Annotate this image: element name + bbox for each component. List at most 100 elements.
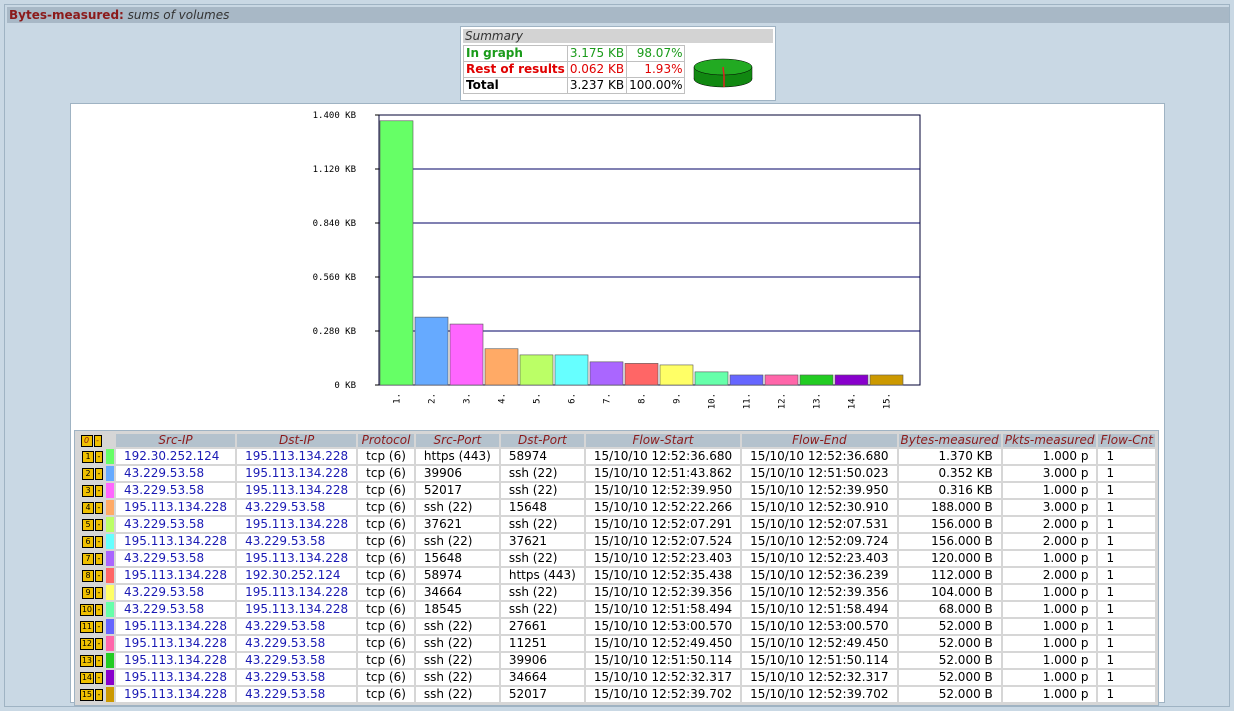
ip-link[interactable]: 195.113.134.228 — [245, 517, 348, 531]
minus-button[interactable]: - — [95, 620, 103, 633]
minus-button[interactable]: - — [95, 501, 103, 514]
row-controls: 9- — [78, 585, 104, 600]
row-color-swatch — [106, 551, 114, 566]
minus-button[interactable]: - — [95, 671, 103, 684]
row-number-button[interactable]: 8 — [82, 569, 94, 582]
cell-dst-ip: 43.229.53.58 — [237, 619, 357, 634]
row-number-button[interactable]: 7 — [82, 552, 94, 565]
col-src-ip[interactable]: Src-IP — [116, 434, 236, 447]
minus-button[interactable]: - — [95, 654, 103, 667]
minus-button[interactable]: - — [95, 637, 103, 650]
col-dst-port[interactable]: Dst-Port — [500, 434, 584, 447]
minus-button[interactable]: - — [95, 586, 103, 599]
cell-pkts-measured: 1.000 p — [1002, 585, 1097, 600]
table-row: 5- 43.229.53.58 195.113.134.228 tcp (6) 3762… — [78, 517, 1155, 532]
ip-link[interactable]: 43.229.53.58 — [124, 602, 204, 616]
summary-percent: 1.93% — [626, 61, 686, 78]
minus-button[interactable]: - — [95, 552, 103, 565]
table-row: 2- 43.229.53.58 195.113.134.228 tcp (6) 3990… — [78, 466, 1155, 481]
col-flow-end[interactable]: Flow-End — [742, 434, 897, 447]
ip-link[interactable]: 195.113.134.228 — [245, 466, 348, 480]
summary-row-rest: Rest of results 0.062 KB 1.93% — [463, 61, 686, 78]
ip-link[interactable]: 43.229.53.58 — [245, 534, 325, 548]
cell-flow-start: 15/10/10 12:52:07.291 — [585, 517, 741, 532]
ip-link[interactable]: 195.113.134.228 — [245, 483, 348, 497]
ip-link[interactable]: 195.113.134.228 — [124, 619, 227, 633]
row-number-button[interactable]: 12 — [79, 637, 94, 650]
col-pkts-measured[interactable]: Pkts-measured — [1002, 434, 1097, 447]
ip-link[interactable]: 195.113.134.228 — [245, 602, 348, 616]
ip-link[interactable]: 43.229.53.58 — [245, 670, 325, 684]
cell-bytes-measured: 0.352 KB — [898, 466, 1001, 481]
report-titlebar: Bytes-measured: sums of volumes — [7, 7, 1229, 23]
ip-link[interactable]: 43.229.53.58 — [124, 551, 204, 565]
cell-dst-port: 58974 — [500, 449, 584, 464]
col-flow-cnt[interactable]: Flow-Cnt — [1098, 434, 1155, 447]
row-number-button[interactable]: 15 — [79, 688, 94, 701]
row-controls: 6- — [78, 534, 104, 549]
ip-link[interactable]: 195.113.134.228 — [245, 449, 348, 463]
ip-link[interactable]: 195.113.134.228 — [124, 636, 227, 650]
cell-pkts-measured: 1.000 p — [1002, 483, 1097, 498]
row-number-button[interactable]: 4 — [82, 501, 94, 514]
ip-link[interactable]: 195.113.134.228 — [124, 687, 227, 701]
minus-button[interactable]: - — [93, 434, 102, 447]
minus-button[interactable]: - — [95, 484, 103, 497]
ip-link[interactable]: 195.113.134.228 — [245, 585, 348, 599]
row-controls: 8- — [78, 568, 104, 583]
bar — [834, 374, 869, 386]
ip-link[interactable]: 195.113.134.228 — [124, 568, 227, 582]
ip-link[interactable]: 43.229.53.58 — [245, 619, 325, 633]
row-number-button[interactable]: 6 — [82, 535, 94, 548]
row-zero-button[interactable]: 0 — [80, 434, 93, 447]
cell-dst-ip: 43.229.53.58 — [237, 687, 357, 702]
row-number-button[interactable]: 10 — [79, 603, 94, 616]
ip-link[interactable]: 43.229.53.58 — [245, 636, 325, 650]
cell-src-ip: 195.113.134.228 — [116, 568, 236, 583]
ip-link[interactable]: 43.229.53.58 — [124, 585, 204, 599]
row-number-button[interactable]: 9 — [82, 586, 94, 599]
ip-link[interactable]: 195.113.134.228 — [124, 500, 227, 514]
ip-link[interactable]: 195.113.134.228 — [124, 670, 227, 684]
cell-src-port: ssh (22) — [415, 619, 499, 634]
minus-button[interactable]: - — [95, 569, 103, 582]
col-flow-start[interactable]: Flow-Start — [585, 434, 741, 447]
row-number-button[interactable]: 5 — [82, 518, 94, 531]
ip-link[interactable]: 43.229.53.58 — [245, 653, 325, 667]
cell-src-ip: 195.113.134.228 — [116, 653, 236, 668]
row-number-button[interactable]: 14 — [79, 671, 94, 684]
col-protocol[interactable]: Protocol — [358, 434, 414, 447]
row-number-button[interactable]: 11 — [79, 620, 94, 633]
ip-link[interactable]: 43.229.53.58 — [245, 687, 325, 701]
summary-label: Rest of results — [463, 61, 568, 78]
cell-dst-port: ssh (22) — [500, 602, 584, 617]
row-number-button[interactable]: 13 — [79, 654, 94, 667]
table-row: 9- 43.229.53.58 195.113.134.228 tcp (6) 3466… — [78, 585, 1155, 600]
minus-button[interactable]: - — [95, 535, 103, 548]
ip-link[interactable]: 192.30.252.124 — [124, 449, 219, 463]
ip-link[interactable]: 195.113.134.228 — [124, 653, 227, 667]
ip-link[interactable]: 43.229.53.58 — [124, 483, 204, 497]
minus-button[interactable]: - — [95, 603, 103, 616]
ip-link[interactable]: 192.30.252.124 — [245, 568, 340, 582]
row-number-button[interactable]: 1 — [82, 450, 94, 463]
col-src-port[interactable]: Src-Port — [415, 434, 499, 447]
minus-button[interactable]: - — [95, 450, 103, 463]
ip-link[interactable]: 43.229.53.58 — [245, 500, 325, 514]
col-bytes-measured[interactable]: Bytes-measured — [898, 434, 1001, 447]
cell-src-port: ssh (22) — [415, 653, 499, 668]
cell-src-port: ssh (22) — [415, 534, 499, 549]
row-number-button[interactable]: 3 — [82, 484, 94, 497]
minus-button[interactable]: - — [95, 467, 103, 480]
ip-link[interactable]: 43.229.53.58 — [124, 517, 204, 531]
minus-button[interactable]: - — [95, 518, 103, 531]
summary-value: 3.175 KB — [566, 45, 628, 62]
col-dst-ip[interactable]: Dst-IP — [237, 434, 357, 447]
cell-pkts-measured: 2.000 p — [1002, 568, 1097, 583]
ip-link[interactable]: 43.229.53.58 — [124, 466, 204, 480]
ip-link[interactable]: 195.113.134.228 — [245, 551, 348, 565]
ip-link[interactable]: 195.113.134.228 — [124, 534, 227, 548]
minus-button[interactable]: - — [95, 688, 103, 701]
row-number-button[interactable]: 2 — [82, 467, 94, 480]
cell-pkts-measured: 1.000 p — [1002, 449, 1097, 464]
